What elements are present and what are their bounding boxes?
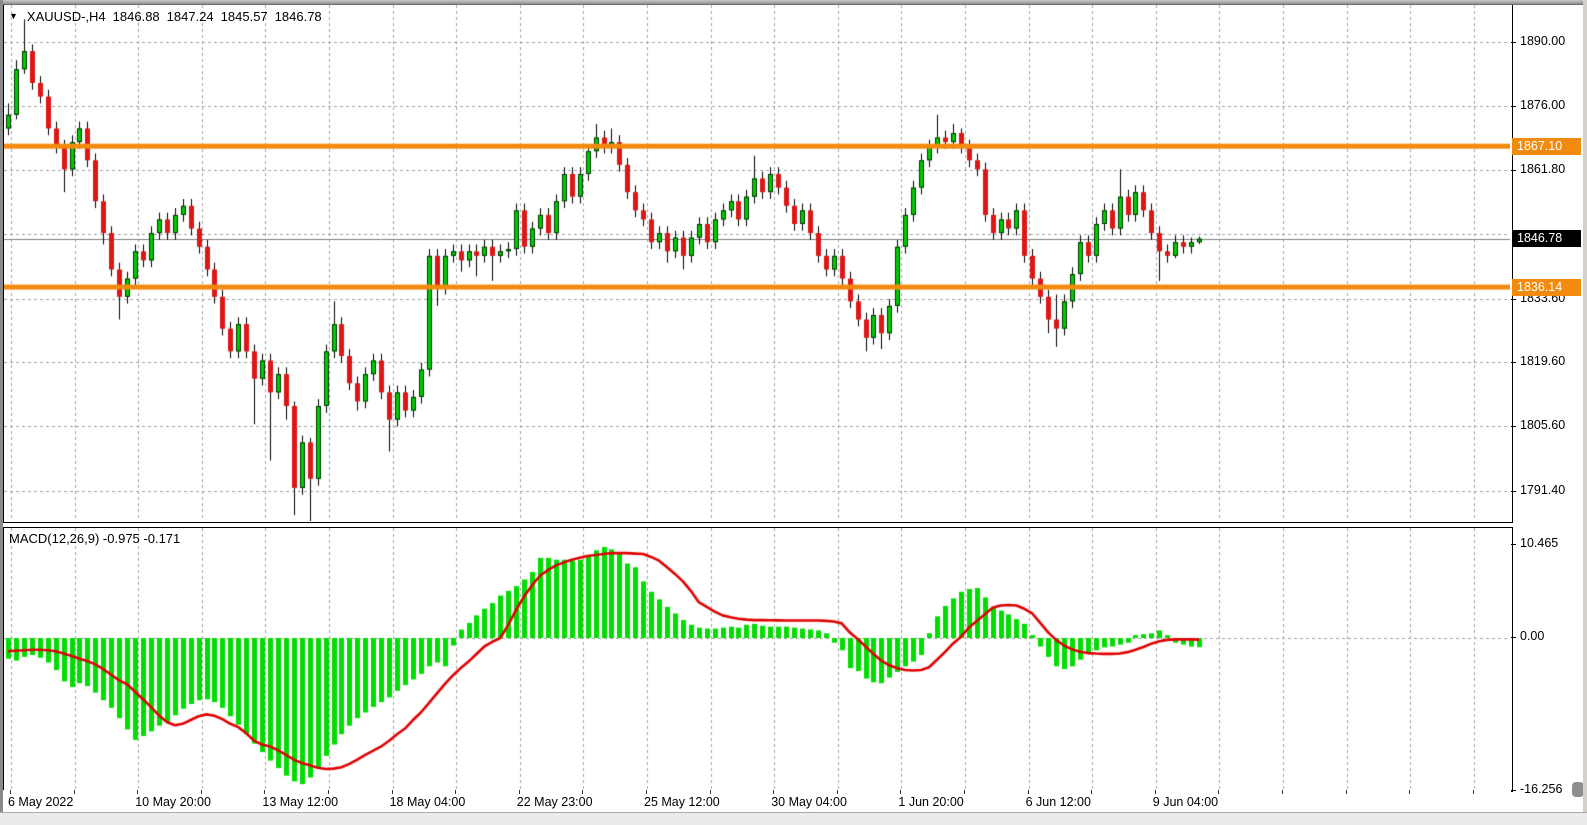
current-price-badge: 1846.78 [1512,230,1581,247]
time-tick [1409,790,1410,794]
macd-axis-label: 0.00 [1520,629,1544,643]
hline-price-badge: 1836.14 [1512,279,1581,296]
price-axis-label: 1876.00 [1520,98,1565,112]
time-axis-label: 6 May 2022 [8,795,73,809]
time-tick [773,790,774,794]
time-tick [900,790,901,794]
chart-window: ▼ XAUUSD-,H4 1846.88 1847.24 1845.57 184… [0,0,1587,825]
price-chart-panel[interactable] [3,5,1513,523]
time-tick [1218,790,1219,794]
price-chart-canvas[interactable] [4,5,1510,521]
time-axis-label: 25 May 12:00 [644,795,720,809]
window-right-border [1583,0,1587,825]
macd-axis-label: 10.465 [1520,536,1558,550]
chart-header: ▼ XAUUSD-,H4 1846.88 1847.24 1845.57 184… [9,8,322,24]
macd-canvas[interactable] [4,528,1510,789]
time-axis-label: 10 May 20:00 [135,795,211,809]
macd-tick [1511,544,1516,545]
time-axis-label: 1 Jun 20:00 [898,795,963,809]
price-tick [1511,362,1516,363]
price-axis-label: 1805.60 [1520,418,1565,432]
macd-tick [1511,790,1516,791]
time-tick [646,790,647,794]
price-tick [1511,299,1516,300]
time-tick [1155,790,1156,794]
time-tick [1473,790,1474,794]
macd-indicator-panel[interactable] [3,527,1513,792]
time-tick [964,790,965,794]
time-tick [10,790,11,794]
time-axis[interactable]: 6 May 2022 10 May 20:00 13 May 12:00 18 May… [0,790,1511,812]
time-axis-label: 9 Jun 04:00 [1153,795,1218,809]
time-tick [582,790,583,794]
time-axis-label: 18 May 04:00 [390,795,466,809]
time-tick [264,790,265,794]
macd-indicator-label: MACD(12,26,9) -0.975 -0.171 [9,531,180,546]
price-axis-label: 1861.80 [1520,162,1565,176]
price-tick [1511,42,1516,43]
price-axis-label: 1791.40 [1520,483,1565,497]
ohlc-high: 1847.24 [167,9,214,24]
window-bottom-strip [0,812,1587,825]
time-axis-label: 6 Jun 12:00 [1026,795,1091,809]
price-tick [1511,170,1516,171]
time-tick [837,790,838,794]
time-tick [137,790,138,794]
symbol-period-label: XAUUSD-,H4 [27,9,106,24]
time-tick [328,790,329,794]
time-axis-label: 22 May 23:00 [517,795,593,809]
symbol-dropdown-icon[interactable]: ▼ [9,11,18,21]
price-axis[interactable]: 1890.001876.001861.801833.601819.601805.… [1511,0,1583,812]
time-tick [1282,790,1283,794]
price-tick [1511,106,1516,107]
price-tick [1511,491,1516,492]
ohlc-low: 1845.57 [221,9,268,24]
time-tick [519,790,520,794]
hline-price-badge: 1867.10 [1512,138,1581,155]
time-tick [1028,790,1029,794]
time-tick [710,790,711,794]
macd-axis-label: -16.256 [1520,782,1562,796]
window-left-border [0,0,3,825]
time-tick [1091,790,1092,794]
time-axis-label: 30 May 04:00 [771,795,847,809]
time-tick [74,790,75,794]
price-tick [1511,426,1516,427]
time-tick [201,790,202,794]
time-tick [455,790,456,794]
ohlc-open: 1846.88 [113,9,160,24]
ohlc-close: 1846.78 [275,9,322,24]
time-tick [1346,790,1347,794]
macd-tick [1511,637,1516,638]
price-axis-label: 1819.60 [1520,354,1565,368]
time-tick [392,790,393,794]
price-axis-label: 1890.00 [1520,34,1565,48]
time-axis-label: 13 May 12:00 [262,795,338,809]
